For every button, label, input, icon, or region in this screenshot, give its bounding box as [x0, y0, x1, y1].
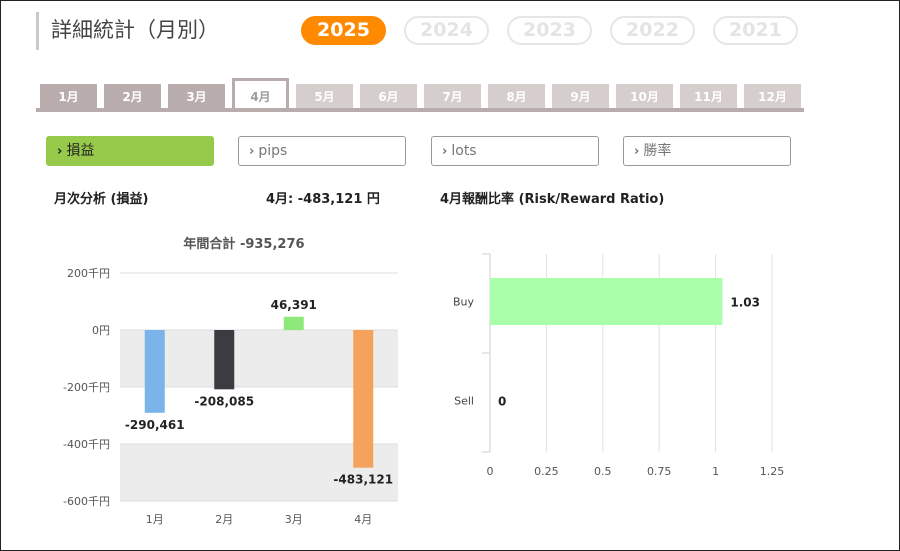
- x-tick-label: 0.25: [534, 465, 559, 478]
- tab-month-2[interactable]: 2月: [104, 84, 161, 110]
- bar-value-label: 46,391: [271, 298, 317, 312]
- x-tick-label: 0: [487, 465, 494, 478]
- year-pill-2022[interactable]: 2022: [610, 16, 695, 45]
- chevron-right-icon: ›: [442, 144, 448, 159]
- year-pill-2024[interactable]: 2024: [404, 16, 489, 45]
- filter-lots-button[interactable]: › lots: [431, 136, 599, 166]
- year-pill-2023[interactable]: 2023: [507, 16, 592, 45]
- chevron-right-icon: ›: [634, 144, 640, 159]
- tab-month-3[interactable]: 3月: [168, 84, 225, 110]
- bar-4月: [353, 330, 374, 468]
- x-tick-label: 3月: [285, 513, 303, 526]
- tab-month-5[interactable]: 5月: [296, 84, 353, 110]
- year-pill-2025[interactable]: 2025: [301, 16, 386, 45]
- y-tick-label: Sell: [454, 395, 474, 408]
- bar-value-label: 0: [498, 395, 506, 409]
- year-pill-2021[interactable]: 2021: [713, 16, 798, 45]
- filter-winrate-button[interactable]: › 勝率: [623, 136, 791, 166]
- filter-profit-button[interactable]: › 損益: [46, 136, 214, 166]
- filter-label: pips: [258, 143, 288, 159]
- y-tick-label: 200千円: [67, 267, 110, 280]
- x-tick-label: 1: [712, 465, 719, 478]
- bar-3月: [283, 316, 304, 330]
- tab-month-4[interactable]: 4月: [232, 78, 289, 112]
- tab-month-8[interactable]: 8月: [488, 84, 545, 110]
- month-tabbar-underline: [36, 108, 804, 112]
- filter-pips-button[interactable]: › pips: [238, 136, 406, 166]
- monthly-pl-chart: 200千円 0円 -200千円 -400千円 -600千円 年間合計 -935,276 -2…: [63, 236, 398, 526]
- y-tick-label: 0円: [92, 324, 110, 337]
- bar-2月: [214, 330, 235, 390]
- tab-month-9[interactable]: 9月: [552, 84, 609, 110]
- y-tick-label: -600千円: [63, 495, 110, 508]
- tab-month-6[interactable]: 6月: [360, 84, 417, 110]
- bar-value-label: 1.03: [730, 296, 760, 310]
- bar-value-label: -483,121: [333, 473, 393, 487]
- tab-month-1[interactable]: 1月: [40, 84, 97, 110]
- y-tick-label: Buy: [453, 296, 475, 309]
- page-title: 詳細統計（月別）: [36, 12, 219, 50]
- month-total-value: 4月: -483,121 円: [266, 192, 380, 207]
- x-tick-label: 0.5: [594, 465, 612, 478]
- x-tick-label: 4月: [354, 513, 372, 526]
- chart-title: 年間合計 -935,276: [183, 236, 304, 252]
- x-tick-label: 1.25: [760, 465, 785, 478]
- x-tick-label: 2月: [215, 513, 233, 526]
- monthly-analysis-heading: 月次分析 (損益): [54, 192, 149, 207]
- filter-label: 損益: [66, 143, 95, 159]
- risk-reward-chart: 0 0.25 0.5 0.75 1 1.25 Buy 1.03 Sell 0: [453, 253, 785, 478]
- x-tick-label: 1月: [146, 513, 164, 526]
- y-tick-label: -200千円: [63, 381, 110, 394]
- bar-value-label: -208,085: [194, 394, 254, 408]
- tab-month-11[interactable]: 11月: [680, 84, 737, 110]
- ratio-heading: 4月報酬比率 (Risk/Reward Ratio): [440, 192, 665, 207]
- tab-month-7[interactable]: 7月: [424, 84, 481, 110]
- filter-label: lots: [451, 143, 477, 159]
- chevron-right-icon: ›: [249, 144, 255, 159]
- x-tick-label: 0.75: [647, 465, 672, 478]
- y-tick-label: -400千円: [63, 438, 110, 451]
- chevron-right-icon: ›: [57, 144, 63, 159]
- bar-value-label: -290,461: [125, 418, 185, 432]
- filter-label: 勝率: [643, 143, 672, 159]
- bar-1月: [144, 330, 165, 413]
- tab-month-12[interactable]: 12月: [744, 84, 801, 110]
- tab-month-10[interactable]: 10月: [616, 84, 673, 110]
- bar-Buy: [490, 278, 723, 325]
